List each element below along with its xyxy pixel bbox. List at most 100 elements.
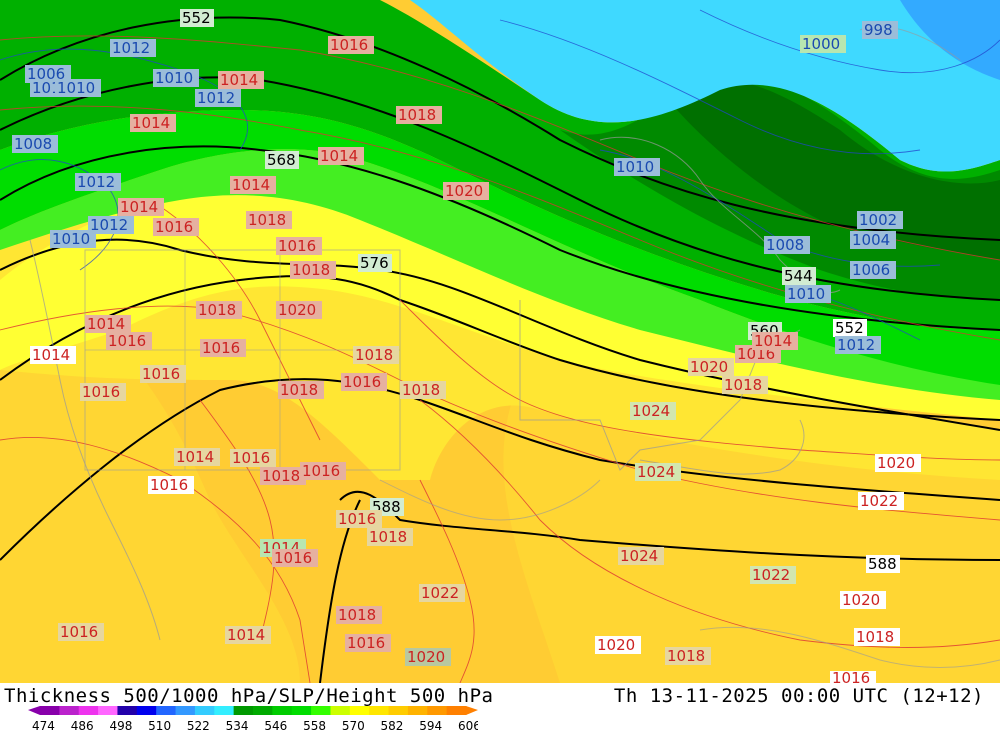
slp-label: 1018: [369, 528, 407, 546]
scale-color-swatch: [427, 706, 448, 715]
slp-label: 1020: [842, 591, 880, 609]
slp-label: 1024: [632, 402, 670, 420]
slp-label: 1014: [32, 346, 70, 364]
scale-color-swatch: [117, 706, 138, 715]
height-label: 568: [267, 151, 296, 169]
slp-label: 1018: [198, 301, 236, 319]
slp-label: 1010: [57, 79, 95, 97]
map-title: Thickness 500/1000 hPa/SLP/Height 500 hP…: [4, 685, 494, 707]
scale-tick-label: 606: [458, 719, 478, 732]
scale-color-swatch: [388, 706, 409, 715]
scale-tick-label: 534: [226, 719, 249, 732]
scale-tick-label: 510: [148, 719, 171, 732]
slp-label: 1010: [787, 285, 825, 303]
slp-label: 1016: [60, 623, 98, 641]
slp-label: 1016: [274, 549, 312, 567]
slp-label: 1014: [227, 626, 265, 644]
scale-color-swatch: [311, 706, 331, 715]
height-label: 552: [182, 9, 211, 27]
slp-label: 1016: [347, 634, 385, 652]
slp-label: 1020: [597, 636, 635, 654]
slp-label: 1018: [248, 211, 286, 229]
slp-label: 1014: [176, 448, 214, 466]
scale-color-swatch: [233, 706, 254, 715]
slp-label: 1018: [856, 628, 894, 646]
slp-label: 1016: [232, 449, 270, 467]
scale-color-swatch: [349, 706, 370, 715]
slp-label: 1016: [278, 237, 316, 255]
scale-color-swatch: [78, 706, 99, 715]
slp-label: 1020: [877, 454, 915, 472]
slp-label: 1016: [343, 373, 381, 391]
height-label: 588: [868, 555, 897, 573]
slp-label: 1014: [220, 71, 258, 89]
color-scale-legend: 474 486 498 510 522 534 546 558 570 582 594 606: [28, 706, 478, 732]
slp-label: 1014: [232, 176, 270, 194]
slp-label: 1018: [338, 606, 376, 624]
slp-label: 1016: [82, 383, 120, 401]
scale-tick-label: 570: [342, 719, 365, 732]
scale-tick-label: 558: [303, 719, 326, 732]
slp-label: 1010: [52, 230, 90, 248]
slp-label: 1010: [616, 158, 654, 176]
slp-label: 1024: [620, 547, 658, 565]
slp-label: 1012: [837, 336, 875, 354]
slp-label: 1018: [398, 106, 436, 124]
scale-left-arrow: [28, 706, 40, 715]
slp-label: 1018: [724, 376, 762, 394]
slp-label: 1014: [320, 147, 358, 165]
slp-label: 1012: [90, 216, 128, 234]
slp-label: 1006: [852, 261, 890, 279]
height-label: 576: [360, 254, 389, 272]
slp-label: 1016: [302, 462, 340, 480]
slp-label: 1002: [859, 211, 897, 229]
scale-color-swatch: [136, 706, 157, 715]
slp-label: 1012: [77, 173, 115, 191]
slp-label: 1022: [421, 584, 459, 602]
slp-label: 998: [864, 21, 893, 39]
scale-color-swatch: [194, 706, 215, 715]
slp-label: 1016: [142, 365, 180, 383]
slp-label: 1014: [87, 315, 125, 333]
scale-tick-label: 546: [264, 719, 287, 732]
scale-color-swatch: [369, 706, 390, 715]
map-footer: Thickness 500/1000 hPa/SLP/Height 500 hP…: [0, 683, 1000, 733]
scale-tick-label: 582: [381, 719, 404, 732]
slp-label: 1020: [278, 301, 316, 319]
slp-label: 1014: [132, 114, 170, 132]
scale-color-swatch: [40, 706, 60, 715]
slp-label: 1016: [155, 218, 193, 236]
scale-right-arrow: [466, 706, 478, 715]
slp-label: 1014: [754, 332, 792, 350]
slp-label: 1012: [197, 89, 235, 107]
slp-label: 1020: [445, 182, 483, 200]
scale-color-swatch: [330, 706, 351, 715]
slp-label: 1016: [338, 510, 376, 528]
slp-label: 1008: [766, 236, 804, 254]
height-label: 544: [784, 267, 813, 285]
slp-label: 1018: [292, 261, 330, 279]
scale-tick-label: 486: [71, 719, 94, 732]
scale-color-swatch: [407, 706, 428, 715]
thickness-map: 552 568 576 588 588 544 552 560 1012 100…: [0, 0, 1000, 683]
slp-label: 1016: [202, 339, 240, 357]
slp-label: 1018: [355, 346, 393, 364]
scale-tick-label: 522: [187, 719, 210, 732]
scale-color-swatch: [59, 706, 80, 715]
slp-label: 1012: [112, 39, 150, 57]
valid-time: Th 13-11-2025 00:00 UTC (12+12): [613, 685, 984, 707]
slp-label: 1016: [832, 669, 870, 683]
scale-color-swatch: [291, 706, 312, 715]
height-label: 552: [835, 319, 864, 337]
scale-color-swatch: [156, 706, 177, 715]
slp-label: 1020: [690, 358, 728, 376]
scale-color-swatch: [98, 706, 118, 715]
scale-color-swatch: [272, 706, 293, 715]
slp-label: 1018: [262, 467, 300, 485]
scale-color-swatch: [214, 706, 235, 715]
slp-label: 1008: [14, 135, 52, 153]
slp-label: 1016: [150, 476, 188, 494]
scale-color-swatch: [446, 706, 467, 715]
slp-label: 1016: [330, 36, 368, 54]
slp-label: 1018: [280, 381, 318, 399]
